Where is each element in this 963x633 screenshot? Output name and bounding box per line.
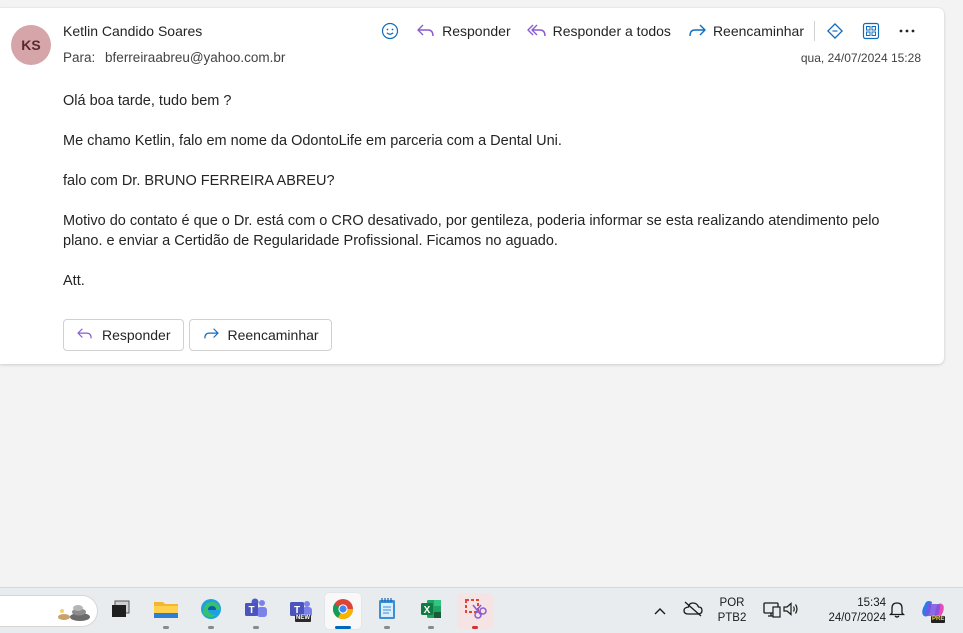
message-toolbar: Responder Responder a todos Reencaminhar — [372, 20, 925, 42]
keyboard-layout: PTB2 — [717, 612, 747, 624]
addin-button[interactable] — [817, 21, 853, 41]
recipient-line: Para: bferreiraabreu@yahoo.com.br — [63, 50, 285, 65]
running-indicator — [472, 626, 478, 629]
running-indicator — [163, 626, 169, 629]
body-paragraph: falo com Dr. BRUNO FERREIRA ABREU? — [63, 173, 335, 189]
diamond-addin-icon — [825, 21, 845, 41]
clock[interactable]: 15:34 24/07/2024 — [814, 596, 886, 626]
body-paragraph: Motivo do contato é que o Dr. está com o… — [63, 213, 880, 249]
excel-icon: X — [419, 597, 443, 626]
teams-new-icon: T NEW — [288, 598, 314, 624]
copilot-button[interactable]: PRE — [915, 593, 951, 629]
teams-icon: T — [243, 597, 269, 626]
taskbar-search-box[interactable] — [0, 595, 98, 627]
smiley-icon — [380, 21, 400, 41]
chrome-icon — [331, 597, 355, 626]
reply-icon — [76, 327, 94, 344]
message-body: Olá boa tarde, tudo bem ? Me chamo Ketli… — [63, 91, 923, 311]
volume-icon — [782, 601, 800, 622]
chevron-up-icon — [654, 602, 666, 620]
svg-text:X: X — [424, 605, 431, 616]
teams-new-badge: NEW — [295, 615, 311, 622]
task-view-icon — [110, 599, 132, 624]
show-hidden-icons-button[interactable] — [645, 593, 675, 629]
to-label: Para: — [63, 50, 96, 65]
ellipsis-icon — [897, 21, 917, 41]
file-explorer-button[interactable] — [148, 593, 184, 629]
copilot-badge: PRE — [931, 616, 946, 623]
sender-avatar[interactable]: KS — [11, 25, 51, 65]
toolbar-divider — [814, 21, 815, 41]
quick-forward-button[interactable]: Reencaminhar — [188, 319, 332, 351]
stones-search-highlight-icon — [52, 601, 92, 628]
apps-grid-icon — [861, 21, 881, 41]
running-indicator — [428, 626, 434, 629]
edge-button[interactable] — [193, 593, 229, 629]
quick-reply-label: Responder — [102, 327, 171, 343]
chrome-button[interactable] — [325, 593, 361, 629]
folder-icon — [153, 598, 179, 625]
excel-button[interactable]: X — [413, 593, 449, 629]
bell-icon — [888, 600, 906, 623]
recipient-address[interactable]: bferreiraabreu@yahoo.com.br — [105, 50, 285, 65]
quick-forward-label: Reencaminhar — [227, 327, 319, 343]
forward-button[interactable]: Reencaminhar — [679, 21, 812, 41]
copilot-icon: PRE — [920, 598, 946, 624]
snipping-tool-icon — [463, 597, 487, 626]
quick-actions: Responder Reencaminhar — [63, 319, 332, 351]
reply-all-button[interactable]: Responder a todos — [519, 21, 679, 41]
teams-new-button[interactable]: T NEW — [283, 593, 319, 629]
snipping-tool-button[interactable] — [457, 593, 493, 629]
forward-icon — [202, 327, 220, 344]
windows-taskbar: T T NEW X POR PTB2 15:34 24/07/2024 PRE — [0, 587, 963, 633]
running-indicator — [208, 626, 214, 629]
edge-icon — [199, 597, 223, 626]
running-indicator — [384, 626, 390, 629]
emoji-reaction-button[interactable] — [372, 21, 408, 41]
body-paragraph: Att. — [63, 273, 85, 289]
apps-button[interactable] — [853, 21, 889, 41]
clock-date: 24/07/2024 — [828, 612, 886, 624]
more-actions-button[interactable] — [889, 21, 925, 41]
network-volume-button[interactable] — [756, 593, 806, 629]
network-icon — [762, 600, 782, 623]
reply-all-icon — [526, 21, 547, 41]
body-paragraph: Me chamo Ketlin, falo em nome da OdontoL… — [63, 133, 562, 149]
svg-text:T: T — [248, 605, 254, 616]
forward-label: Reencaminhar — [712, 23, 804, 39]
email-reading-pane: KS Ketlin Candido Soares Para: bferreira… — [0, 8, 944, 364]
reply-all-label: Responder a todos — [552, 23, 671, 39]
notepad-button[interactable] — [369, 593, 405, 629]
quick-reply-button[interactable]: Responder — [63, 319, 184, 351]
reply-label: Responder — [442, 23, 511, 39]
body-paragraph: Olá boa tarde, tudo bem ? — [63, 93, 232, 109]
cloud-offline-icon — [683, 601, 703, 622]
language-code: POR — [719, 597, 745, 609]
message-date: qua, 24/07/2024 15:28 — [800, 51, 921, 65]
teams-classic-button[interactable]: T — [238, 593, 274, 629]
active-indicator — [335, 626, 351, 629]
onedrive-status-button[interactable] — [678, 593, 708, 629]
task-view-button[interactable] — [103, 593, 139, 629]
forward-icon — [687, 21, 707, 41]
notifications-button[interactable] — [883, 593, 911, 629]
running-indicator — [253, 626, 259, 629]
input-language-indicator[interactable]: POR PTB2 — [712, 596, 752, 626]
clock-time: 15:34 — [857, 597, 886, 609]
reply-button[interactable]: Responder — [408, 21, 519, 41]
sender-name[interactable]: Ketlin Candido Soares — [63, 23, 202, 39]
notepad-icon — [376, 597, 398, 626]
reply-icon — [416, 21, 436, 41]
